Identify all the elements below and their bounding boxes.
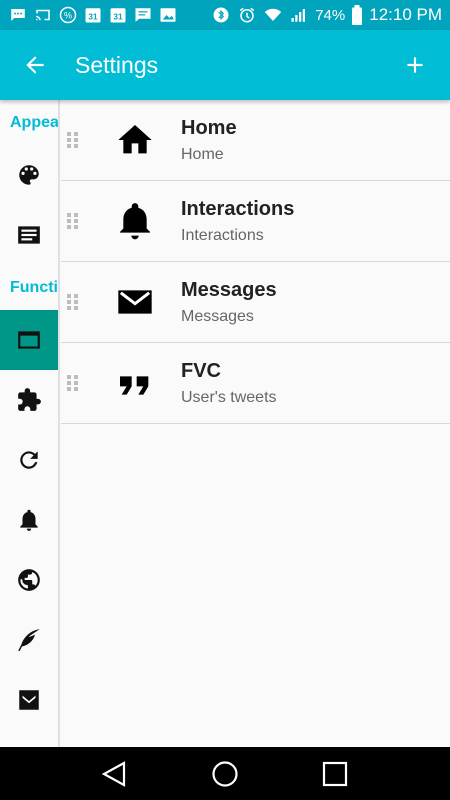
list-item-text: Home Home	[181, 117, 237, 164]
svg-text:31: 31	[88, 13, 98, 22]
alarm-icon	[237, 6, 257, 24]
mail-icon	[105, 282, 165, 322]
bell-icon	[20, 509, 38, 531]
status-bar: % 31 31 74% 12:10 PM	[0, 0, 450, 30]
message-bubble-icon	[8, 6, 28, 24]
list-item-subtitle: Messages	[181, 307, 254, 325]
envelope-bird-icon	[19, 690, 39, 710]
palette-icon	[19, 165, 39, 185]
columns-list: Home Home Interactions Interactions Mess…	[61, 100, 450, 747]
sidebar-item-about[interactable]	[0, 670, 58, 730]
cast-icon	[33, 6, 53, 24]
back-button[interactable]	[0, 30, 70, 100]
svg-text:31: 31	[113, 13, 123, 22]
sidebar-item-theme[interactable]	[0, 145, 58, 205]
add-button[interactable]	[380, 30, 450, 100]
bell-icon	[105, 201, 165, 241]
sidebar-item-refresh[interactable]	[0, 430, 58, 490]
section-header-functionality: Functionality	[10, 278, 58, 296]
battery-percent: 74%	[315, 6, 346, 24]
image-icon	[158, 6, 178, 24]
sidebar-item-extensions[interactable]	[0, 370, 58, 430]
notification-icons: % 31 31	[8, 6, 178, 24]
newspaper-icon	[18, 226, 40, 244]
drag-handle-icon[interactable]	[67, 294, 81, 310]
system-nav-bar	[0, 747, 450, 800]
refresh-icon	[20, 451, 38, 469]
puzzle-icon	[18, 388, 41, 411]
list-item-text: FVC User's tweets	[181, 360, 277, 407]
list-item[interactable]: FVC User's tweets	[61, 343, 450, 424]
sidebar-item-language[interactable]	[0, 550, 58, 610]
sidebar-item-feedback[interactable]	[0, 610, 58, 670]
list-item-text: Messages Messages	[181, 279, 277, 326]
nav-recents-button[interactable]	[305, 747, 365, 800]
signal-icon	[289, 6, 309, 24]
drag-handle-icon[interactable]	[67, 213, 81, 229]
plus-icon	[407, 57, 423, 73]
triangle-back-icon	[101, 760, 126, 787]
settings-sidebar: Appearance Functionality	[0, 100, 60, 747]
square-recents-icon	[322, 761, 348, 786]
home-icon	[105, 120, 165, 160]
list-item[interactable]: Messages Messages	[61, 262, 450, 343]
clock: 12:10 PM	[369, 5, 442, 24]
drag-handle-icon[interactable]	[67, 375, 81, 391]
list-item-text: Interactions Interactions	[181, 198, 294, 245]
sidebar-item-layout[interactable]	[0, 205, 58, 265]
globe-icon	[18, 569, 40, 591]
list-item-title: Interactions	[181, 197, 295, 220]
arrow-left-icon	[26, 56, 44, 74]
list-item-subtitle: User's tweets	[181, 388, 277, 406]
list-item-title: Home	[181, 116, 237, 139]
app-bar: Settings	[0, 30, 450, 100]
battery-icon	[351, 5, 363, 25]
section-header-appearance: Appearance	[10, 113, 59, 131]
list-item[interactable]: Interactions Interactions	[61, 181, 450, 262]
system-icons: 74% 12:10 PM	[211, 5, 442, 25]
drag-handle-icon[interactable]	[67, 132, 81, 148]
message-text-icon	[133, 6, 153, 24]
percent-icon: %	[58, 6, 78, 24]
svg-text:%: %	[64, 10, 72, 20]
quote-icon	[105, 363, 165, 403]
calendar-icon: 31	[83, 6, 103, 24]
list-item-title: Messages	[181, 278, 277, 301]
list-item-subtitle: Home	[181, 145, 224, 163]
list-item[interactable]: Home Home	[61, 100, 450, 181]
wifi-icon	[263, 6, 283, 24]
sidebar-item-notifications[interactable]	[0, 490, 58, 550]
nav-back-button[interactable]	[85, 747, 145, 800]
window-icon	[18, 331, 40, 349]
list-item-title: FVC	[181, 359, 221, 382]
page-title: Settings	[75, 51, 159, 78]
bluetooth-icon	[211, 6, 231, 24]
circle-home-icon	[212, 760, 238, 787]
nav-home-button[interactable]	[195, 747, 255, 800]
list-item-subtitle: Interactions	[181, 226, 264, 244]
calendar-icon: 31	[108, 6, 128, 24]
sidebar-item-columns[interactable]	[0, 310, 58, 370]
feather-icon	[18, 629, 40, 651]
